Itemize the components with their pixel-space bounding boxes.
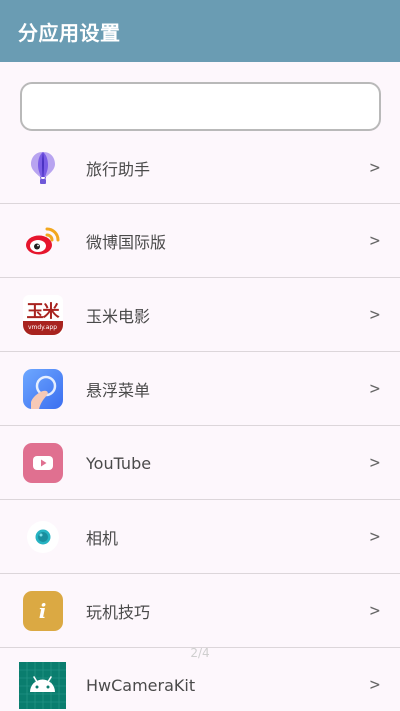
- weibo-icon: [22, 221, 63, 262]
- search-box[interactable]: [20, 82, 381, 131]
- app-list: 旅行助手 > 微博国际版 > 玉米 vmdy.app 玉米电影 > 悬浮菜单 >…: [0, 131, 400, 711]
- list-item-floating-menu[interactable]: 悬浮菜单 >: [0, 352, 400, 426]
- search-input[interactable]: [22, 84, 379, 129]
- list-item-yumi-movie[interactable]: 玉米 vmdy.app 玉米电影 >: [0, 278, 400, 352]
- list-item-label: 相机: [86, 529, 119, 548]
- list-item-tips[interactable]: i 玩机技巧 >: [0, 574, 400, 648]
- app-bar: 分应用设置: [0, 0, 400, 62]
- list-item-label: 玩机技巧: [86, 603, 151, 622]
- yumi-movie-icon: 玉米 vmdy.app: [22, 295, 63, 336]
- youtube-icon: [22, 443, 63, 484]
- chevron-right-icon: >: [369, 231, 380, 251]
- chevron-right-icon: >: [369, 527, 380, 547]
- screen: 分应用设置 旅行助手 > 微博国际版 > 玉米 vmdy.app 玉米电影 > …: [0, 0, 400, 711]
- list-item-label: 旅行助手: [86, 159, 151, 179]
- list-item-label: 微博国际版: [86, 233, 167, 252]
- list-item-label: HwCameraKit: [86, 675, 196, 695]
- list-item-label: 悬浮菜单: [86, 381, 151, 400]
- list-item-travel-assistant[interactable]: 旅行助手 >: [0, 131, 400, 204]
- chevron-right-icon: >: [369, 675, 380, 695]
- list-item-label: YouTube: [86, 453, 152, 473]
- android-icon: [19, 661, 66, 709]
- icon-subtext: vmdy.app: [22, 321, 63, 335]
- chevron-right-icon: >: [369, 157, 380, 178]
- page-title: 分应用设置: [18, 20, 121, 45]
- chevron-right-icon: >: [369, 453, 380, 473]
- icon-text: 玉米: [26, 302, 60, 322]
- camera-icon: [22, 517, 63, 558]
- chevron-right-icon: >: [369, 305, 380, 325]
- list-item-camera[interactable]: 相机 >: [0, 500, 400, 574]
- chevron-right-icon: >: [369, 379, 380, 399]
- page-indicator: 2/4: [190, 646, 210, 660]
- icon-text: i: [38, 599, 47, 623]
- balloon-icon: [22, 147, 63, 188]
- list-item-weibo[interactable]: 微博国际版 >: [0, 204, 400, 278]
- list-item-youtube[interactable]: YouTube >: [0, 426, 400, 500]
- floating-menu-icon: [22, 369, 63, 410]
- chevron-right-icon: >: [369, 601, 380, 621]
- list-item-label: 玉米电影: [86, 307, 151, 326]
- tips-icon: i: [22, 591, 63, 632]
